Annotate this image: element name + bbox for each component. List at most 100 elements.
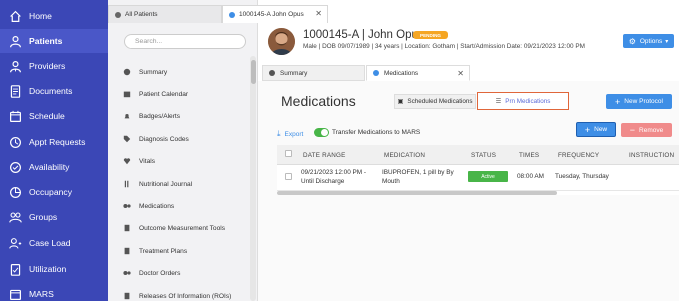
options-label: Options [639, 37, 663, 45]
download-icon: ⤓ [277, 129, 281, 138]
remove-label: Remove [639, 126, 664, 134]
column-header: FREQUENCY [558, 152, 600, 159]
nav-label: Home [29, 11, 52, 21]
column-header: MEDICATION [384, 152, 426, 159]
patient-tab-strip: All Patients 1000145-A John Opus ✕ [108, 5, 333, 23]
nav-item-mars[interactable]: MARS [0, 282, 108, 301]
export-link[interactable]: ⤓ Export [277, 129, 303, 139]
transfer-toggle[interactable] [314, 128, 329, 137]
tab-dot-icon [373, 70, 379, 76]
nav-item-schedule[interactable]: Schedule [0, 104, 108, 128]
nav-item-occupancy[interactable]: Occupancy [0, 180, 108, 204]
options-button[interactable]: ⚙ Options ▾ [623, 34, 674, 48]
frequency-cell: Tuesday, Thursday [555, 173, 609, 180]
subnav-item-summary[interactable]: Summary [122, 65, 250, 79]
date-range-end: Until Discharge [301, 177, 345, 185]
subnav-label: Vitals [139, 157, 156, 165]
nav-label: Patients [29, 36, 63, 46]
nav-item-availability[interactable]: Availability [0, 155, 108, 179]
gear-icon: ⚙ [628, 36, 636, 46]
subnav-item-nutritional-journal[interactable]: Nutritional Journal [122, 177, 250, 191]
mars-icon [8, 287, 22, 301]
availability-icon [8, 160, 22, 174]
document-icon [122, 246, 132, 256]
subnav-scrollbar-thumb[interactable] [251, 60, 256, 84]
new-button[interactable]: + New [576, 122, 616, 137]
bell-icon [122, 111, 132, 121]
tab-medications[interactable]: Medications ✕ [366, 65, 470, 81]
nav-item-documents[interactable]: Documents [0, 79, 108, 103]
subnav-item-doctor-orders[interactable]: Doctor Orders [122, 266, 250, 280]
scheduled-medications-button[interactable]: ▣ Scheduled Medications [394, 94, 476, 109]
row-checkbox[interactable] [285, 173, 292, 180]
subnav-item-patient-calendar[interactable]: Patient Calendar [122, 87, 250, 101]
providers-icon [8, 59, 22, 73]
nav-item-appt-requests[interactable]: Appt Requests [0, 130, 108, 154]
patients-icon [8, 34, 22, 48]
tab-dot-icon [229, 11, 235, 18]
nav-label: Documents [29, 86, 73, 96]
new-protocol-label: New Protocol [624, 98, 663, 105]
document-icon [122, 291, 132, 301]
groups-icon [8, 210, 22, 224]
dashboard-icon [122, 67, 132, 77]
home-icon [8, 9, 22, 23]
close-icon[interactable]: ✕ [457, 69, 464, 78]
subnav-label: Doctor Orders [139, 269, 181, 277]
tab-all-patients[interactable]: All Patients [108, 5, 222, 23]
tab-label: 1000145-A John Opus [239, 11, 304, 18]
tab-summary[interactable]: Summary [262, 65, 365, 81]
nav-label: Groups [29, 212, 58, 222]
patient-name: 1000145-A | John Opus [303, 29, 424, 41]
nav-label: Utilization [29, 264, 67, 274]
nav-item-utilization[interactable]: Utilization [0, 257, 108, 281]
table-row[interactable]: 09/21/2023 12:00 PM - Until Discharge IB… [277, 165, 679, 191]
nav-item-providers[interactable]: Providers [0, 54, 108, 78]
subnav-item-badges-alerts[interactable]: Badges/Alerts [122, 109, 250, 123]
heart-icon [122, 156, 132, 166]
remove-button[interactable]: − Remove [621, 123, 672, 137]
patient-meta: Male | DOB 09/07/1989 | 34 years | Locat… [303, 43, 585, 50]
plus-icon: + [584, 124, 591, 135]
tab-label: All Patients [125, 11, 158, 18]
new-protocol-button[interactable]: + New Protocol [606, 94, 672, 109]
subnav-item-vitals[interactable]: Vitals [122, 154, 250, 168]
subnav-label: Outcome Measurement Tools [139, 224, 226, 232]
subnav-scrollbar[interactable] [250, 56, 256, 301]
chevron-down-icon: ▾ [665, 38, 669, 45]
subnav-label: Diagnosis Codes [139, 135, 189, 143]
tab-label: Medications [384, 69, 419, 77]
tag-icon [122, 134, 132, 144]
plus-icon: + [615, 96, 621, 107]
calendar-icon: ▣ [397, 98, 404, 105]
nav-item-groups[interactable]: Groups [0, 205, 108, 229]
subnav-label: Summary [139, 68, 168, 76]
new-label: New [594, 126, 608, 133]
nav-label: Case Load [29, 238, 71, 248]
table-horizontal-scrollbar[interactable] [277, 191, 557, 195]
clock-icon [8, 135, 22, 149]
nav-item-patients[interactable]: Patients [0, 29, 108, 53]
select-all-checkbox[interactable] [285, 150, 292, 157]
subnav-item-outcome-measurement-tools[interactable]: Outcome Measurement Tools [122, 221, 250, 235]
tab-dot-icon [115, 11, 121, 18]
export-label: Export [284, 130, 304, 138]
subnav-label: Patient Calendar [139, 90, 189, 98]
list-icon: ☰ [495, 97, 502, 105]
subnav-item-medications[interactable]: Medications [122, 199, 250, 213]
nav-item-case-load[interactable]: Case Load [0, 231, 108, 255]
tab-patient[interactable]: 1000145-A John Opus ✕ [222, 5, 328, 23]
nav-item-home[interactable]: Home [0, 4, 108, 28]
status-badge: PENDING [413, 31, 448, 39]
subnav-item-releases-of-information[interactable]: Releases Of Information (ROIs) [122, 289, 250, 301]
subnav-label: Badges/Alerts [139, 112, 181, 120]
utensils-icon [122, 179, 132, 189]
prn-medications-button[interactable]: ☰ Prn Medications [477, 92, 569, 110]
subnav-item-treatment-plans[interactable]: Treatment Plans [122, 244, 250, 258]
minus-icon: − [629, 125, 636, 135]
main-navigation: Home Patients Providers Documents Schedu… [0, 0, 108, 301]
close-icon[interactable]: ✕ [315, 9, 322, 18]
search-input[interactable]: Search... [124, 34, 246, 49]
calendar-icon [8, 109, 22, 123]
subnav-item-diagnosis-codes[interactable]: Diagnosis Codes [122, 132, 250, 146]
